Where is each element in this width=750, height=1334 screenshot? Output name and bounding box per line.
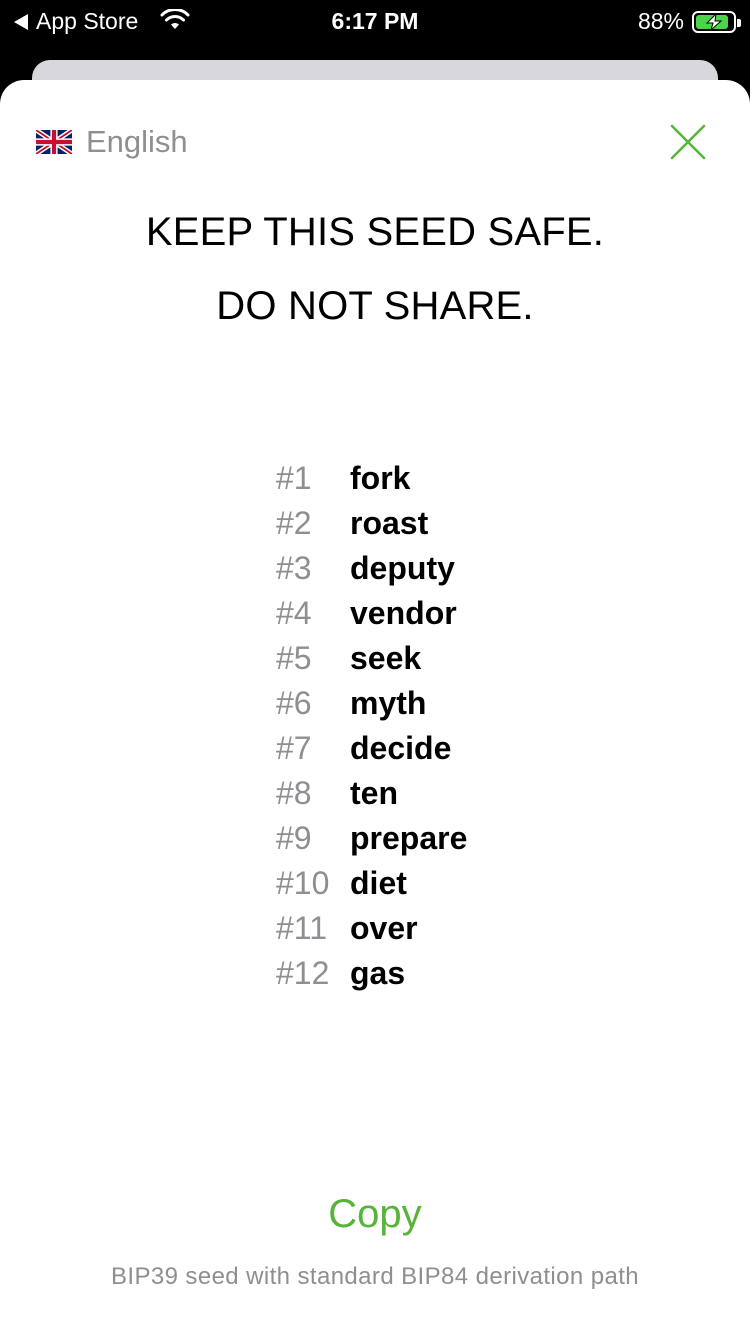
seed-word-number: #6 bbox=[276, 685, 312, 721]
seed-word-number: #1 bbox=[276, 460, 312, 496]
seed-word-row: #9 prepare bbox=[276, 816, 467, 861]
seed-word: diet bbox=[350, 865, 407, 901]
close-icon[interactable] bbox=[668, 122, 708, 162]
seed-word: decide bbox=[350, 730, 452, 766]
seed-word-row: #2 roast bbox=[276, 501, 467, 546]
battery-status: 88% bbox=[637, 8, 741, 35]
language-label: English bbox=[86, 124, 188, 159]
seed-word-row: #8 ten bbox=[276, 771, 467, 816]
seed-word-number: #10 bbox=[276, 865, 330, 901]
seed-word: ten bbox=[350, 775, 398, 811]
derivation-path-note: BIP39 seed with standard BIP84 derivatio… bbox=[110, 1263, 640, 1290]
seed-word-number: #2 bbox=[276, 505, 312, 541]
seed-word-list: #1 fork #2 roast #3 deputy #4 vendor #5 seek #6 myt… bbox=[276, 456, 467, 996]
seed-word: vendor bbox=[350, 595, 457, 631]
warning-line-2: DO NOT SHARE. bbox=[216, 284, 534, 328]
seed-word-number: #7 bbox=[276, 730, 312, 766]
seed-word-row: #11 over bbox=[276, 906, 467, 951]
uk-flag-icon bbox=[36, 130, 72, 154]
status-bar: App Store 6:17 PM 88% bbox=[0, 0, 750, 40]
seed-word: fork bbox=[350, 460, 411, 496]
seed-word: gas bbox=[350, 955, 406, 991]
copy-button[interactable]: Copy bbox=[0, 1192, 750, 1237]
seed-word: seek bbox=[350, 640, 422, 676]
seed-word-row: #6 myth bbox=[276, 681, 467, 726]
language-selector[interactable]: English bbox=[36, 124, 188, 160]
seed-word-row: #1 fork bbox=[276, 456, 467, 501]
seed-word: over bbox=[350, 910, 418, 946]
seed-word-row: #10 diet bbox=[276, 861, 467, 906]
seed-word-number: #3 bbox=[276, 550, 312, 586]
seed-word-number: #11 bbox=[276, 910, 328, 946]
seed-word: deputy bbox=[350, 550, 455, 586]
seed-word-number: #8 bbox=[276, 775, 312, 811]
battery-cap bbox=[737, 18, 741, 27]
seed-sheet: English KEEP THIS SEED SAFE. DO NOT SHAR… bbox=[0, 80, 750, 1334]
seed-word-row: #12 gas bbox=[276, 951, 467, 996]
charging-bolt-icon bbox=[705, 12, 723, 31]
battery-icon bbox=[692, 10, 741, 33]
seed-word-number: #9 bbox=[276, 820, 312, 856]
seed-word-number: #12 bbox=[276, 955, 330, 991]
seed-word-row: #7 decide bbox=[276, 726, 467, 771]
seed-word-number: #4 bbox=[276, 595, 312, 631]
battery-percent: 88% bbox=[637, 8, 684, 34]
warning-line-1: KEEP THIS SEED SAFE. bbox=[145, 210, 605, 254]
seed-word-row: #5 seek bbox=[276, 636, 467, 681]
seed-word: roast bbox=[350, 505, 429, 541]
screen: App Store 6:17 PM 88% English KEEP THIS … bbox=[0, 0, 750, 1334]
seed-word-row: #3 deputy bbox=[276, 546, 467, 591]
seed-word: prepare bbox=[350, 820, 468, 856]
seed-word: myth bbox=[350, 685, 427, 721]
seed-word-row: #4 vendor bbox=[276, 591, 467, 636]
seed-word-number: #5 bbox=[276, 640, 312, 676]
